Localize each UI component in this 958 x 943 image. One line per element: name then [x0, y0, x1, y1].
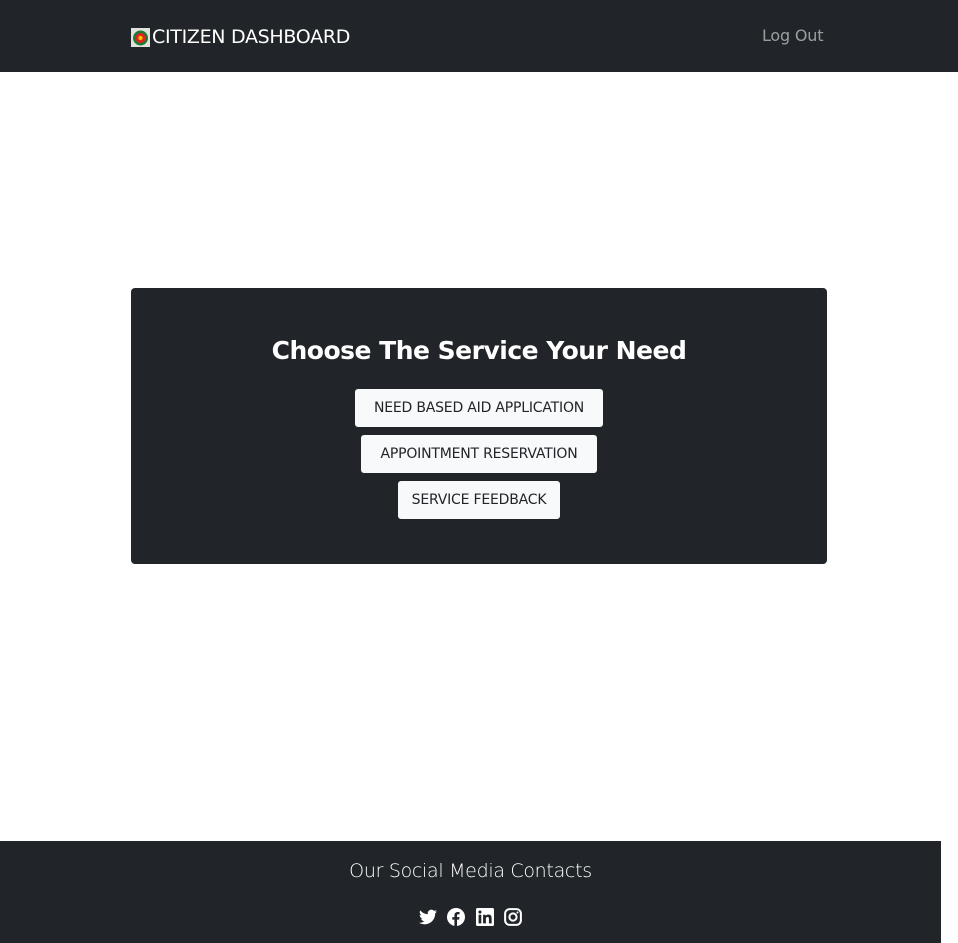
footer-title: Our Social Media Contacts: [349, 860, 592, 882]
service-feedback-button[interactable]: SERVICE FEEDBACK: [398, 481, 560, 519]
service-heading: Choose The Service Your Need: [271, 336, 687, 365]
facebook-icon[interactable]: [447, 908, 465, 926]
linkedin-icon[interactable]: [476, 908, 494, 926]
brand-link[interactable]: CITIZEN DASHBOARD: [131, 24, 350, 50]
logout-link[interactable]: Log Out: [762, 26, 823, 45]
need-based-aid-button[interactable]: NEED BASED AID APPLICATION: [355, 389, 603, 427]
footer: [0, 841, 941, 943]
brand-text: CITIZEN DASHBOARD: [152, 26, 351, 48]
government-logo-icon: [131, 27, 150, 47]
twitter-icon[interactable]: [419, 908, 437, 926]
navbar: CITIZEN DASHBOARD Log Out: [0, 0, 958, 72]
instagram-icon[interactable]: [504, 908, 522, 926]
appointment-reservation-button[interactable]: APPOINTMENT RESERVATION: [361, 435, 597, 473]
